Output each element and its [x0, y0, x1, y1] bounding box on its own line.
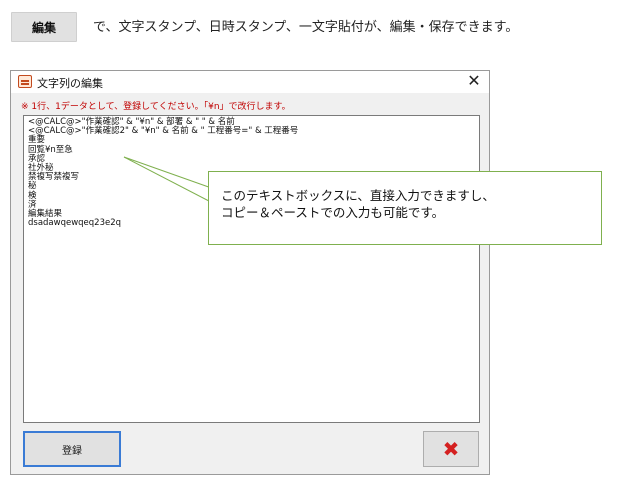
text-line: 回覧¥n至急: [28, 144, 73, 155]
edit-button-image: 編集: [11, 12, 77, 42]
callout-line: このテキストボックスに、直接入力できますし、: [221, 188, 495, 203]
instruction-hint: ※ 1行、1データとして、登録してください。「¥n」で改行します。: [21, 102, 291, 112]
close-x-icon: ✖: [442, 437, 460, 461]
description-text: で、文字スタンプ、日時スタンプ、一文字貼付が、編集・保存できます。: [93, 20, 519, 35]
close-button[interactable]: ✕: [465, 72, 483, 90]
app-icon: [18, 75, 32, 88]
strings-textbox[interactable]: <@CALC@>"作業確認" & "¥n" & 部署 & " " & 名前 <@…: [23, 115, 480, 423]
text-line: 承認: [28, 153, 46, 164]
edit-strings-dialog: 文字列の編集 ✕ ※ 1行、1データとして、登録してください。「¥n」で改行しま…: [10, 70, 490, 475]
text-line: <@CALC@>"作業確認2" & "¥n" & 名前 & " 工程番号=" &…: [28, 126, 299, 137]
cancel-button[interactable]: ✖: [423, 431, 479, 467]
dialog-title: 文字列の編集: [37, 77, 103, 90]
register-button[interactable]: 登録: [23, 431, 121, 467]
callout-box: このテキストボックスに、直接入力できますし、 コピー＆ペーストでの入力も可能です…: [208, 171, 602, 245]
title-bar: 文字列の編集 ✕: [11, 71, 489, 93]
text-line: 重要: [28, 135, 46, 146]
callout-line: コピー＆ペーストでの入力も可能です。: [221, 205, 445, 220]
